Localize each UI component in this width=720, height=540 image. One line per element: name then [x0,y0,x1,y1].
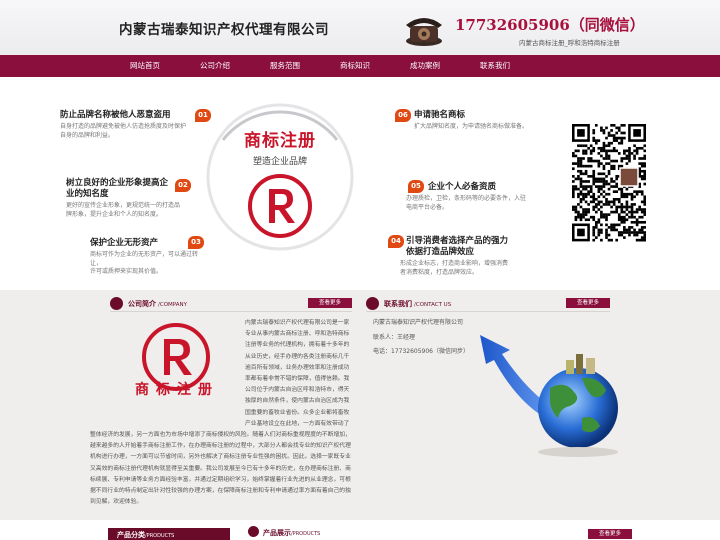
feature-desc: 商标可作为企业的无形资产，可以通过转让， 许可或质押来实现其价值。 [90,251,199,275]
phone-icon [366,297,379,310]
feature-item-03: 保护企业无形资产 商标可作为企业的无形资产，可以通过转让， 许可或质押来实现其价… [90,238,200,277]
feature-title: 防止品牌名称被他人恶意盗用 [60,110,171,120]
telephone-icon [406,18,442,46]
feature-title: 企业个人必备资质 [428,182,497,192]
site-header: 内蒙古瑞泰知识产权代理有限公司 17732605906（同微信） 内蒙古商标注册… [0,0,720,55]
feature-badge-04: 04 [388,235,404,248]
contact-phone: 电话：17732605906（微信同步） [373,348,469,355]
feature-badge-05: 05 [408,180,424,193]
hero-title: 商标注册 [244,131,316,151]
header-subline: 内蒙古商标注册_呼和浩特商标注册 [519,39,620,47]
contact-company: 内蒙古瑞泰知识产权代理有限公司 [373,319,464,326]
feature-title: 申请驰名商标 [414,110,466,120]
nav-item-services[interactable]: 服务范围 [250,55,320,77]
nav-item-about[interactable]: 公司介绍 [180,55,250,77]
feature-item-02: 树立良好的企业形象提高企 业的知名度 更好的宣传企业形象，更规范统一的打造品 牌… [66,178,186,219]
main-nav: 网站首页 公司介绍 服务范围 商标知识 成功案例 联系我们 [0,55,720,77]
about-title: 公司简介/COMPANY [128,300,187,308]
feature-title: 树立良好的企业形象提高企 业的知名度 [66,178,169,199]
feature-item-01: 防止品牌名称被他人恶意盗用 自身打造的品牌避免被他人仿造抢质度及时保护 自身的品… [60,110,210,140]
about-more-button[interactable]: 查看更多 [308,298,352,308]
contact-header: 联系我们/CONTACT US 查看更多 [366,296,610,312]
product-category-title: 产品分类/PRODUCTS [117,531,175,539]
feature-desc: 更好的宣传企业形象，更规范统一的打造品 牌形象，提升企业和个人的知名度。 [66,202,181,218]
bulb-icon [110,297,123,310]
feature-desc: 自身打造的品牌避免被他人仿造抢质度及时保护 自身的品牌和利益。 [60,123,187,139]
feature-item-04: 引导消费者选择产品的强力 依据打造品牌效应 形成企业标志，打造商业影响，增强消费… [400,236,546,277]
product-show-title: 产品展示/PRODUCTS [263,529,321,537]
feature-badge-03: 03 [188,236,204,249]
contact-more-button[interactable]: 查看更多 [566,298,610,308]
company-name: 内蒙古瑞泰知识产权代理有限公司 [119,22,329,38]
contact-title: 联系我们/CONTACT US [384,300,452,308]
contact-person: 联系人：王经理 [373,334,416,341]
feature-title: 引导消费者选择产品的强力 依据打造品牌效应 [406,236,509,257]
registered-trademark-icon [248,174,312,238]
feature-desc: 办理质检，卫检，条形码等的必要条件，入驻 电商平台必备。 [406,195,527,211]
feature-item-06: 申请驰名商标 扩大品牌知名度，为申请驰名商标做准备。 [414,110,534,132]
feature-item-05: 企业个人必备资质 办理质检，卫检，条形码等的必要条件，入驻 电商平台必备。 [406,182,548,212]
phone-number: 17732605906（同微信） [455,16,645,34]
product-more-button[interactable]: 查看更多 [588,529,632,539]
hero-subtitle: 塑造企业品牌 [252,157,307,167]
feature-badge-06: 06 [395,109,411,122]
about-header: 公司简介/COMPANY 查看更多 [110,296,352,312]
qr-code-image [572,124,646,242]
feature-desc: 形成企业标志，打造商业影响，增强消费 者消费粘度，打造品牌效应。 [400,260,509,276]
feature-badge-01: 01 [195,109,211,122]
feature-badge-02: 02 [175,179,191,192]
about-paragraph: 内蒙古瑞泰知识产权代理有限公司是一家专业从事内蒙古商标注册、呼和浩特商标注册等业… [90,320,351,506]
nav-item-home[interactable]: 网站首页 [110,55,180,77]
nav-item-contact[interactable]: 联系我们 [460,55,530,77]
feature-title: 保护企业无形资产 [90,238,159,248]
nav-item-knowledge[interactable]: 商标知识 [320,55,390,77]
feature-desc: 扩大品牌知名度，为申请驰名商标做准备。 [414,123,529,130]
nav-item-cases[interactable]: 成功案例 [390,55,460,77]
globe-arrow-image [480,335,618,457]
product-show-icon [248,526,259,537]
